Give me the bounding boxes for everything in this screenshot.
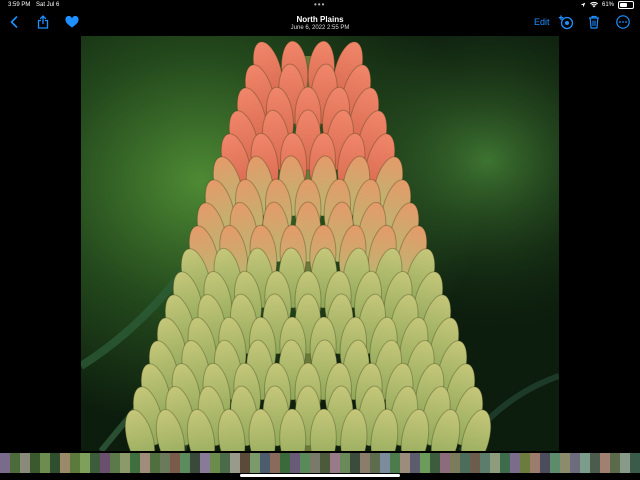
thumbnail[interactable]: [180, 453, 190, 473]
back-button[interactable]: [6, 14, 22, 30]
thumbnail[interactable]: [260, 453, 270, 473]
thumbnail[interactable]: [140, 453, 150, 473]
thumbnail[interactable]: [460, 453, 470, 473]
battery-icon: [618, 1, 634, 9]
thumbnail[interactable]: [500, 453, 510, 473]
edit-button[interactable]: Edit: [534, 17, 550, 27]
thumbnail[interactable]: [490, 453, 500, 473]
more-button[interactable]: [615, 14, 631, 30]
status-date: Sat Jul 6: [36, 2, 60, 8]
thumbnail[interactable]: [150, 453, 160, 473]
thumbnail[interactable]: [190, 453, 200, 473]
thumbnail[interactable]: [300, 453, 310, 473]
thumbnail[interactable]: [0, 453, 10, 473]
thumbnail[interactable]: [90, 453, 100, 473]
thumbnail[interactable]: [200, 453, 210, 473]
status-indicators: 61%: [580, 1, 634, 9]
thumbnail[interactable]: [380, 453, 390, 473]
thumbnail[interactable]: [600, 453, 610, 473]
thumbnail[interactable]: [610, 453, 620, 473]
thumbnail[interactable]: [390, 453, 400, 473]
share-button[interactable]: [35, 14, 51, 30]
thumbnail[interactable]: [590, 453, 600, 473]
multitasking-dots[interactable]: •••: [314, 0, 325, 9]
thumbnail[interactable]: [450, 453, 460, 473]
thumbnail[interactable]: [440, 453, 450, 473]
thumbnail[interactable]: [370, 453, 380, 473]
heart-icon: [65, 16, 79, 28]
thumbnail[interactable]: [510, 453, 520, 473]
thumbnail[interactable]: [330, 453, 340, 473]
home-indicator[interactable]: [240, 474, 400, 477]
thumbnail[interactable]: [340, 453, 350, 473]
thumbnail[interactable]: [420, 453, 430, 473]
thumbnail[interactable]: [400, 453, 410, 473]
photo-location-title: North Plains: [296, 15, 344, 24]
thumbnail[interactable]: [320, 453, 330, 473]
thumbnail[interactable]: [80, 453, 90, 473]
delete-button[interactable]: [586, 14, 602, 30]
thumbnail[interactable]: [160, 453, 170, 473]
photo-date-subtitle: June 6, 2022 2:55 PM: [290, 25, 350, 31]
favorite-button[interactable]: [64, 14, 80, 30]
thumbnail[interactable]: [550, 453, 560, 473]
thumbnail[interactable]: [530, 453, 540, 473]
thumbnail[interactable]: [170, 453, 180, 473]
thumbnail[interactable]: [540, 453, 550, 473]
status-bar: 3:59 PM Sat Jul 6 ••• 61%: [0, 0, 640, 12]
thumbnail[interactable]: [130, 453, 140, 473]
thumbnail[interactable]: [210, 453, 220, 473]
location-icon: [580, 2, 586, 8]
status-time: 3:59 PM: [8, 2, 31, 8]
thumbnail-strip[interactable]: [0, 453, 640, 473]
thumbnail[interactable]: [20, 453, 30, 473]
thumbnail[interactable]: [60, 453, 70, 473]
thumbnail[interactable]: [30, 453, 40, 473]
battery-percent: 61%: [601, 2, 614, 8]
thumbnail[interactable]: [40, 453, 50, 473]
thumbnail[interactable]: [360, 453, 370, 473]
chevron-left-icon: [10, 16, 18, 28]
thumbnail[interactable]: [480, 453, 490, 473]
thumbnail[interactable]: [430, 453, 440, 473]
thumbnail[interactable]: [630, 453, 640, 473]
photo-title-block: North Plains June 6, 2022 2:55 PM: [220, 15, 420, 31]
thumbnail[interactable]: [310, 453, 320, 473]
thumbnail[interactable]: [250, 453, 260, 473]
ellipsis-circle-icon: [616, 15, 630, 29]
live-adjust-icon: [558, 15, 574, 30]
thumbnail[interactable]: [350, 453, 360, 473]
thumbnail[interactable]: [220, 453, 230, 473]
thumbnail[interactable]: [110, 453, 120, 473]
adjust-button[interactable]: [558, 14, 574, 30]
photo-toolbar: North Plains June 6, 2022 2:55 PM Edit: [0, 12, 640, 34]
thumbnail[interactable]: [50, 453, 60, 473]
main-photo[interactable]: [81, 36, 559, 451]
thumbnail[interactable]: [10, 453, 20, 473]
thumbnail[interactable]: [620, 453, 630, 473]
thumbnail[interactable]: [230, 453, 240, 473]
thumbnail[interactable]: [240, 453, 250, 473]
thumbnail[interactable]: [280, 453, 290, 473]
share-icon: [37, 15, 49, 29]
thumbnail[interactable]: [270, 453, 280, 473]
thumbnail[interactable]: [100, 453, 110, 473]
red-hot-poker-flower-image: [81, 36, 559, 451]
thumbnail[interactable]: [560, 453, 570, 473]
thumbnail[interactable]: [580, 453, 590, 473]
thumbnail[interactable]: [70, 453, 80, 473]
thumbnail[interactable]: [120, 453, 130, 473]
wifi-icon: [589, 2, 598, 8]
thumbnail[interactable]: [520, 453, 530, 473]
thumbnail[interactable]: [570, 453, 580, 473]
thumbnail[interactable]: [410, 453, 420, 473]
thumbnail[interactable]: [290, 453, 300, 473]
trash-icon: [589, 15, 599, 29]
thumbnail[interactable]: [470, 453, 480, 473]
